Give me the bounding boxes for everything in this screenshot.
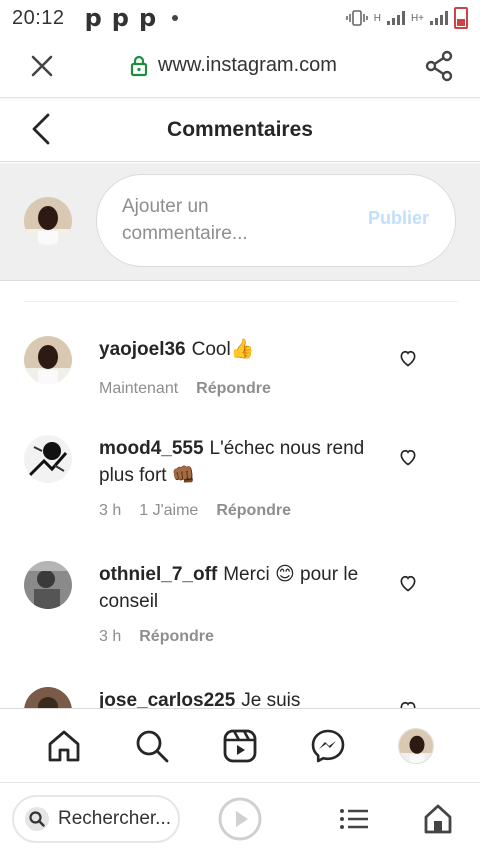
reply-button[interactable]: Répondre (139, 627, 214, 647)
heart-icon[interactable] (398, 699, 418, 708)
battery-icon (454, 7, 468, 29)
tab-messenger[interactable] (308, 726, 348, 766)
comment-content: jose_carlos225 Je suis (99, 687, 369, 708)
share-icon[interactable] (424, 50, 454, 82)
comment-username[interactable]: jose_carlos225 (99, 690, 235, 708)
comment-text: Je suis (241, 690, 301, 708)
comment-likes[interactable]: 1 J'aime (139, 501, 198, 521)
comment-input[interactable]: Ajouter un commentaire... Publier (96, 174, 456, 267)
app-notification-icon: p (138, 4, 157, 32)
comment-username[interactable]: mood4_555 (99, 438, 204, 459)
avatar[interactable] (24, 435, 72, 483)
comment-time: 3 h (99, 502, 122, 519)
notification-icons: p p p (85, 6, 179, 30)
heart-icon[interactable] (398, 573, 418, 593)
page-header: Commentaires (0, 98, 480, 162)
network-hplus-icon: H+ (410, 12, 424, 24)
comment-content: othniel_7_off Merci 😊 pour le conseil 3 h… (99, 561, 369, 647)
comment-username[interactable]: othniel_7_off (99, 564, 217, 585)
address-bar[interactable]: www.instagram.com (130, 54, 337, 77)
messenger-icon (311, 729, 345, 762)
home-icon (48, 730, 80, 761)
browser-bottom-bar: Rechercher... (0, 782, 480, 854)
search-input[interactable]: Rechercher... (12, 795, 180, 843)
avatar (398, 727, 434, 764)
tab-home[interactable] (44, 726, 84, 766)
comment-content: yaojoel36 Cool👍 Maintenant Répondre (99, 336, 369, 399)
search-icon (136, 730, 169, 762)
divider (24, 301, 458, 302)
system-icons: H H+ (345, 7, 468, 29)
app-notification-icon: p (84, 4, 102, 32)
heart-icon[interactable] (398, 447, 418, 467)
more-notifications-dot-icon (172, 15, 179, 21)
reply-button[interactable]: Répondre (216, 501, 291, 521)
back-arrow-icon[interactable] (28, 112, 56, 146)
tab-reels[interactable] (220, 726, 260, 766)
signal-icon (430, 11, 448, 25)
browser-toolbar: www.instagram.com (0, 36, 480, 98)
avatar[interactable] (24, 561, 72, 609)
reels-icon (223, 729, 257, 762)
status-bar: 20:12 p p p H H+ (0, 0, 480, 36)
search-input-label: Rechercher... (58, 808, 171, 829)
comment-content: mood4_555 L'échec nous rend plus fort 👊🏾 … (99, 435, 369, 521)
publish-button[interactable]: Publier (368, 208, 429, 229)
vibrate-icon (345, 10, 368, 26)
status-time: 20:12 (12, 6, 65, 29)
comment-time: Maintenant (99, 380, 179, 397)
play-icon[interactable] (218, 797, 262, 841)
tab-search[interactable] (132, 726, 172, 766)
search-icon (25, 807, 49, 831)
avatar (24, 197, 72, 245)
heart-icon[interactable] (398, 348, 418, 368)
lock-icon (130, 55, 148, 76)
url-text: www.instagram.com (158, 54, 337, 76)
comment-username[interactable]: yaojoel36 (99, 339, 186, 360)
close-icon[interactable] (28, 52, 56, 80)
comment-list: yaojoel36 Cool👍 Maintenant Répondre mood4… (0, 336, 480, 708)
comment-composer: Ajouter un commentaire... Publier (0, 163, 480, 281)
signal-icon (386, 11, 405, 25)
list-icon[interactable] (338, 805, 370, 833)
avatar[interactable] (24, 336, 72, 384)
comment-time: 3 h (99, 628, 122, 645)
network-h-icon: H (373, 12, 381, 24)
tab-profile[interactable] (396, 726, 436, 766)
page-title: Commentaires (167, 117, 313, 141)
bottom-tab-bar (0, 708, 480, 782)
app-notification-icon: p (111, 4, 129, 32)
comment-text: Cool👍 (191, 339, 255, 360)
comment-input-placeholder: Ajouter un commentaire... (122, 196, 248, 244)
home-icon[interactable] (422, 803, 454, 835)
reply-button[interactable]: Répondre (196, 379, 271, 399)
avatar[interactable] (24, 687, 72, 708)
